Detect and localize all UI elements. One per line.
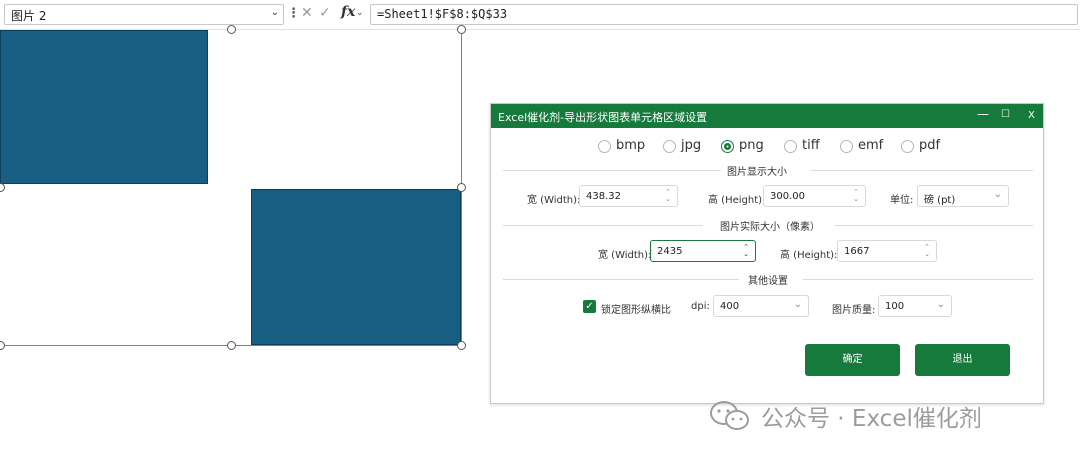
radio-label: pdf [919, 138, 941, 153]
radio-indicator[interactable] [901, 140, 914, 153]
dpi-value: 400 [720, 301, 740, 312]
actual-width-label: 宽 (Width): [598, 250, 652, 261]
exit-button[interactable]: 退出 [915, 344, 1010, 376]
actual-height-value: 1667 [844, 246, 870, 257]
divider [803, 279, 1033, 280]
dialog-title-bar[interactable]: Excel催化剂-导出形状图表单元格区域设置 — ☐ X [491, 104, 1043, 128]
export-settings-dialog: Excel催化剂-导出形状图表单元格区域设置 — ☐ X bmp jpg png… [490, 103, 1044, 404]
dpi-label: dpi: [691, 301, 710, 312]
chevron-down-icon[interactable]: ⌄ [356, 8, 364, 18]
chart-shape-top-left[interactable] [0, 30, 208, 184]
enter-icon[interactable]: ✓ [319, 5, 331, 21]
formula-bar: 图片 2 ⌄ ⋮ ✕ ✓ fx ⌄ =Sheet1!$F$8:$Q$33 [0, 0, 1080, 30]
dpi-select[interactable]: 400 ⌄ [713, 295, 809, 317]
display-width-input[interactable]: 438.32 ⌃ ⌄ [579, 185, 678, 207]
more-options-icon[interactable]: ⋮ [287, 6, 300, 21]
actual-width-value: 2435 [657, 246, 683, 257]
name-box-value: 图片 2 [11, 9, 47, 23]
dialog-title: Excel催化剂-导出形状图表单元格区域设置 [498, 111, 708, 124]
display-height-input[interactable]: 300.00 ⌃ ⌄ [763, 185, 866, 207]
chevron-down-icon[interactable]: ⌄ [794, 299, 802, 310]
radio-label: emf [858, 138, 884, 153]
insert-function-icon[interactable]: fx [341, 4, 355, 20]
radio-label: jpg [681, 138, 702, 153]
resize-handle[interactable] [0, 183, 5, 192]
divider [835, 225, 1033, 226]
spin-arrows-icon[interactable]: ⌃ ⌄ [743, 244, 749, 258]
section-title: 图片显示大小 [727, 167, 787, 178]
section-title: 图片实际大小（像素） [720, 222, 820, 233]
divider [503, 279, 739, 280]
quality-label: 图片质量: [832, 305, 876, 316]
chevron-down-icon[interactable]: ⌄ [994, 189, 1002, 200]
actual-height-label: 高 (Height): [780, 250, 838, 261]
lock-ratio-label: 锁定图形纵横比 [601, 305, 671, 316]
radio-label: png [739, 138, 764, 153]
format-radio-group: bmp jpg png tiff emf pdf [491, 138, 1045, 156]
quality-select[interactable]: 100 ⌄ [878, 295, 952, 317]
radio-indicator[interactable] [784, 140, 797, 153]
display-height-value: 300.00 [770, 191, 805, 202]
section-title: 其他设置 [748, 276, 788, 287]
wechat-watermark: 公众号 · Excel催化剂 [709, 396, 1049, 436]
chevron-down-icon[interactable]: ⌄ [271, 7, 279, 18]
maximize-icon[interactable]: ☐ [1001, 109, 1010, 120]
unit-select[interactable]: 磅 (pt) ⌄ [917, 185, 1009, 207]
confirm-button[interactable]: 确定 [805, 344, 900, 376]
radio-label: tiff [802, 138, 820, 153]
radio-indicator[interactable] [598, 140, 611, 153]
radio-indicator[interactable] [840, 140, 853, 153]
display-width-value: 438.32 [586, 191, 621, 202]
watermark-text: 公众号 · Excel催化剂 [761, 406, 982, 432]
spin-arrows-icon[interactable]: ⌃ ⌄ [924, 244, 930, 258]
divider [503, 225, 703, 226]
lock-ratio-checkbox[interactable]: ✓ [583, 300, 596, 313]
unit-value: 磅 (pt) [924, 195, 956, 206]
resize-handle[interactable] [457, 341, 466, 350]
display-size-section-header: 图片显示大小 [503, 163, 1033, 178]
actual-height-input[interactable]: 1667 ⌃ ⌄ [837, 240, 937, 262]
spin-arrows-icon[interactable]: ⌃ ⌄ [665, 189, 671, 203]
chart-shape-bottom-right[interactable] [251, 189, 461, 345]
actual-width-input[interactable]: 2435 ⌃ ⌄ [650, 240, 756, 262]
display-width-label: 宽 (Width): [527, 195, 581, 206]
other-settings-section-header: 其他设置 [503, 272, 1033, 287]
close-icon[interactable]: X [1028, 110, 1035, 121]
spin-arrows-icon[interactable]: ⌃ ⌄ [853, 189, 859, 203]
divider [811, 170, 1033, 171]
actual-size-section-header: 图片实际大小（像素） [503, 218, 1033, 233]
resize-handle[interactable] [0, 341, 5, 350]
radio-label: bmp [616, 138, 646, 153]
divider [503, 170, 721, 171]
excel-window: 图片 2 ⌄ ⋮ ✕ ✓ fx ⌄ =Sheet1!$F$8:$Q$33 Exc… [0, 0, 1080, 459]
cancel-icon[interactable]: ✕ [301, 5, 313, 21]
resize-handle[interactable] [227, 25, 236, 34]
minimize-icon[interactable]: — [977, 107, 989, 121]
wechat-icon [710, 401, 749, 430]
formula-input[interactable]: =Sheet1!$F$8:$Q$33 [370, 4, 1078, 25]
display-height-label: 高 (Height): [708, 195, 766, 206]
resize-handle[interactable] [227, 341, 236, 350]
name-box[interactable]: 图片 2 ⌄ [4, 4, 284, 25]
radio-indicator[interactable] [721, 140, 734, 153]
radio-indicator[interactable] [663, 140, 676, 153]
resize-handle[interactable] [457, 183, 466, 192]
resize-handle[interactable] [457, 25, 466, 34]
unit-label: 单位: [890, 195, 914, 206]
chevron-down-icon[interactable]: ⌄ [937, 299, 945, 310]
quality-value: 100 [885, 301, 905, 312]
